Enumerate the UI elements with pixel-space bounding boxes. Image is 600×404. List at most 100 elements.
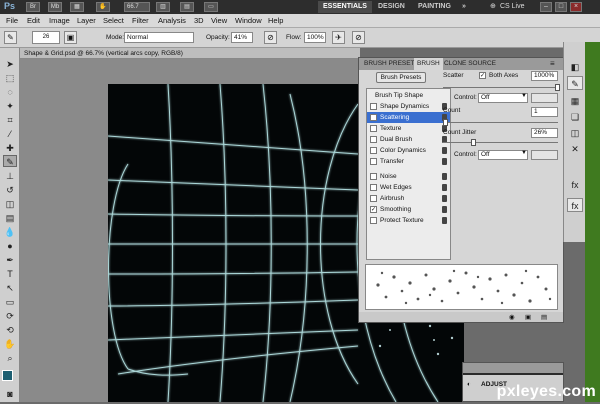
cs-live-label[interactable]: CS Live <box>500 1 525 13</box>
minibridge-icon[interactable]: Mb <box>48 2 62 12</box>
lock-icon[interactable] <box>442 173 447 180</box>
3d-camera-tool-icon[interactable]: ⟲ <box>3 324 17 336</box>
pressure-opacity-icon[interactable]: ⊘ <box>264 31 277 44</box>
brush-panel-toggle-icon[interactable]: ▣ <box>64 31 77 44</box>
chevron-down-icon[interactable]: ▼ <box>521 150 527 156</box>
checkbox[interactable] <box>370 158 377 165</box>
checkbox[interactable] <box>370 173 377 180</box>
screen-mode-icon[interactable]: ▭ <box>204 2 218 12</box>
workspace-more[interactable]: » <box>462 1 466 13</box>
chevron-down-icon[interactable]: ▼ <box>521 93 527 99</box>
healing-tool-icon[interactable]: ✚ <box>3 142 17 154</box>
history-brush-icon[interactable]: ↺ <box>3 184 17 196</box>
checkbox[interactable]: ✓ <box>370 206 377 213</box>
tab-brush[interactable]: BRUSH <box>414 58 443 70</box>
lock-icon[interactable] <box>442 158 447 165</box>
list-item-shape-dynamics[interactable]: Shape Dynamics <box>367 101 450 112</box>
extras-icon[interactable]: ▦ <box>70 2 84 12</box>
checkbox[interactable] <box>370 103 377 110</box>
shape-tool-icon[interactable]: ▭ <box>3 296 17 308</box>
crop-tool-icon[interactable]: ⌗ <box>3 114 17 126</box>
arrange-icon[interactable]: ▤ <box>180 2 194 12</box>
foreground-color-swatch[interactable] <box>2 370 13 381</box>
blur-tool-icon[interactable]: 💧 <box>3 226 17 238</box>
menu-edit[interactable]: Edit <box>27 16 40 25</box>
menu-select[interactable]: Select <box>103 16 124 25</box>
tab-brush-presets[interactable]: BRUSH PRESETS <box>361 58 422 70</box>
brush-presets-button[interactable]: Brush Presets <box>376 72 426 83</box>
checkbox[interactable] <box>370 147 377 154</box>
quick-mask-icon[interactable]: ◙ <box>3 388 17 400</box>
list-item-airbrush[interactable]: Airbrush <box>367 193 450 204</box>
tools-icon[interactable]: ✕ <box>567 142 583 156</box>
trash-icon[interactable]: ▤ <box>541 313 547 321</box>
swatches-icon[interactable]: ▦ <box>567 94 583 108</box>
scatter-field[interactable]: 1000% <box>531 71 558 81</box>
move-tool-icon[interactable]: ➤ <box>3 58 17 70</box>
workspace-painting[interactable]: PAINTING <box>418 1 451 13</box>
brush-tool-preset-icon[interactable]: ✎ <box>4 31 17 44</box>
lock-icon[interactable] <box>442 184 447 191</box>
lock-icon[interactable] <box>442 206 447 213</box>
dodge-tool-icon[interactable]: ● <box>3 240 17 252</box>
lasso-tool-icon[interactable]: ◌ <box>3 86 17 98</box>
type-tool-icon[interactable]: T <box>3 268 17 280</box>
path-select-tool-icon[interactable]: ↖ <box>3 282 17 294</box>
channels-icon[interactable]: ◫ <box>567 126 583 140</box>
list-item-texture[interactable]: Texture <box>367 123 450 134</box>
list-item-protect-texture[interactable]: Protect Texture <box>367 215 450 226</box>
scatter-slider[interactable] <box>443 87 558 88</box>
menu-view[interactable]: View <box>211 16 227 25</box>
count-jitter-field[interactable]: 26% <box>531 128 558 138</box>
panel-menu-icon[interactable]: ≡ <box>547 58 558 70</box>
3d-rotate-tool-icon[interactable]: ⟳ <box>3 310 17 322</box>
quick-select-tool-icon[interactable]: ✦ <box>3 100 17 112</box>
checkbox[interactable] <box>370 217 377 224</box>
checkbox[interactable] <box>370 136 377 143</box>
list-item-smoothing[interactable]: ✓ Smoothing <box>367 204 450 215</box>
workspace-design[interactable]: DESIGN <box>378 1 405 13</box>
menu-3d[interactable]: 3D <box>194 16 204 25</box>
checkbox[interactable] <box>370 184 377 191</box>
zoom-tool-icon[interactable]: ⌕ <box>3 352 17 364</box>
eraser-tool-icon[interactable]: ◫ <box>3 198 17 210</box>
lock-icon[interactable] <box>442 195 447 202</box>
minimize-button[interactable]: – <box>540 2 552 12</box>
list-item-brush-tip-shape[interactable]: Brush Tip Shape <box>367 90 450 101</box>
eyedropper-tool-icon[interactable]: ⁄ <box>3 128 17 140</box>
menu-filter[interactable]: Filter <box>132 16 149 25</box>
zoom-level[interactable]: 66.7 <box>124 2 150 12</box>
adjustments-fx-icon[interactable]: fx <box>567 198 583 212</box>
count-slider[interactable] <box>443 122 558 123</box>
styles-icon[interactable]: fx <box>567 178 583 192</box>
list-item-scattering[interactable]: ✓ Scattering <box>367 112 450 123</box>
menu-file[interactable]: File <box>6 16 18 25</box>
bridge-icon[interactable]: Br <box>26 2 40 12</box>
opacity-field[interactable]: 41% <box>231 32 253 43</box>
checkbox[interactable] <box>370 125 377 132</box>
menu-help[interactable]: Help <box>268 16 283 25</box>
brush-size-picker[interactable]: 26 <box>32 31 60 44</box>
workspace-essentials[interactable]: ESSENTIALS <box>318 1 372 13</box>
brush-tool-icon[interactable]: ✎ <box>3 155 17 167</box>
menu-image[interactable]: Image <box>49 16 70 25</box>
pressure-size-icon[interactable]: ⊘ <box>352 31 365 44</box>
checkbox[interactable]: ✓ <box>370 114 377 121</box>
lock-icon[interactable] <box>442 217 447 224</box>
both-axes-checkbox[interactable]: ✓ <box>479 72 486 79</box>
color-panel-icon[interactable]: ◧ <box>567 60 583 74</box>
maximize-button[interactable]: □ <box>555 2 567 12</box>
checkbox[interactable] <box>370 195 377 202</box>
cs-live-icon[interactable]: ⊕ <box>490 1 496 13</box>
view-extras-icon[interactable]: ▥ <box>156 2 170 12</box>
menu-window[interactable]: Window <box>235 16 262 25</box>
count-field[interactable]: 1 <box>531 107 558 117</box>
hand-icon[interactable]: ✋ <box>96 2 110 12</box>
list-item-dual-brush[interactable]: Dual Brush <box>367 134 450 145</box>
mode-select[interactable]: Normal <box>124 32 194 43</box>
toggle-live-tip-icon[interactable]: ◉ <box>509 313 515 321</box>
gradient-tool-icon[interactable]: ▤ <box>3 212 17 224</box>
hand-tool-icon[interactable]: ✋ <box>3 338 17 350</box>
list-item-color-dynamics[interactable]: Color Dynamics <box>367 145 450 156</box>
menu-layer[interactable]: Layer <box>77 16 96 25</box>
